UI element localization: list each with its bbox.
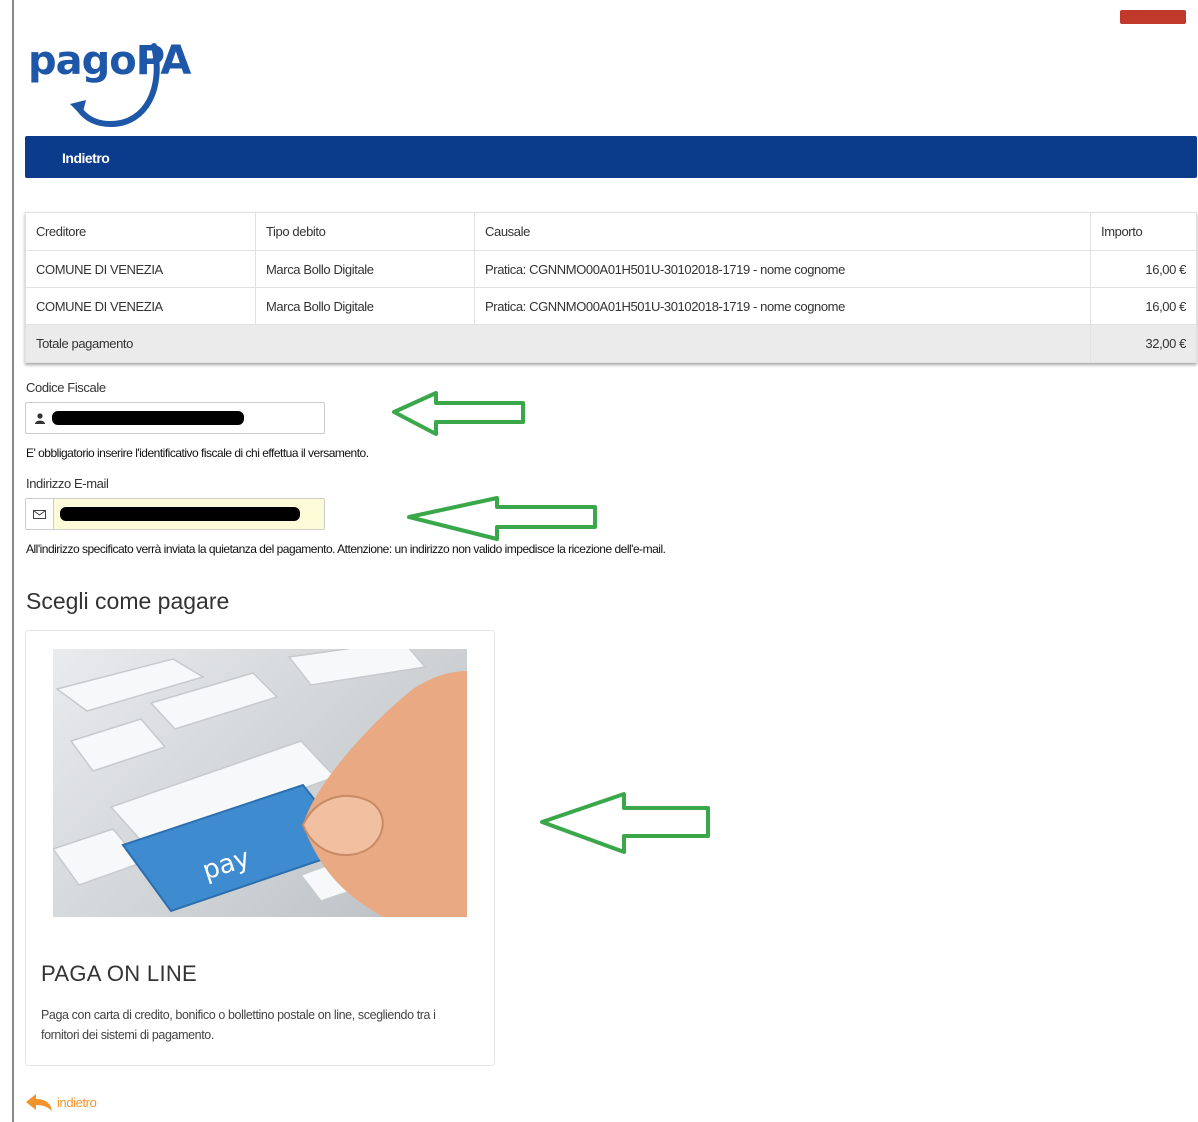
user-icon — [26, 403, 54, 433]
cell-causale: Pratica: CGNNMO00A01H501U-30102018-1719 … — [474, 287, 1091, 325]
envelope-icon — [26, 499, 54, 529]
green-arrow-icon — [540, 792, 710, 854]
codice-fiscale-input[interactable] — [25, 402, 325, 434]
codice-fiscale-label: Codice Fiscale — [26, 380, 106, 395]
redacted-value — [52, 411, 244, 425]
card-title: PAGA ON LINE — [41, 961, 198, 986]
reply-arrow-icon — [26, 1094, 52, 1111]
cell-importo: 16,00 € — [1090, 250, 1197, 288]
email-label: Indirizzo E-mail — [26, 476, 109, 491]
top-navbar: Indietro — [25, 136, 1197, 178]
cell-importo: 16,00 € — [1090, 287, 1197, 325]
table-row: COMUNE DI VENEZIA Marca Bollo Digitale P… — [25, 287, 1197, 325]
cell-tipo-debito: Marca Bollo Digitale — [255, 250, 475, 288]
cell-creditore: COMUNE DI VENEZIA — [25, 287, 256, 325]
codice-fiscale-help: E' obbligatorio inserire l'identificativ… — [26, 446, 369, 460]
total-label: Totale pagamento — [25, 324, 1091, 363]
total-row: Totale pagamento 32,00 € — [25, 324, 1197, 363]
email-input[interactable] — [25, 498, 325, 530]
green-arrow-icon — [392, 391, 525, 436]
cell-creditore: COMUNE DI VENEZIA — [25, 250, 256, 288]
footer-back-link[interactable]: indietro — [25, 1092, 97, 1112]
table-header-row: Creditore Tipo debito Causale Importo — [25, 212, 1197, 251]
green-arrow-icon — [407, 496, 597, 541]
payment-summary-table: Creditore Tipo debito Causale Importo CO… — [25, 212, 1197, 363]
logo-swoosh-icon — [70, 43, 160, 128]
col-header-tipo-debito: Tipo debito — [255, 212, 475, 251]
col-header-importo: Importo — [1090, 212, 1197, 251]
redacted-value — [60, 507, 300, 521]
cell-causale: Pratica: CGNNMO00A01H501U-30102018-1719 … — [474, 250, 1091, 288]
email-help: All'indirizzo specificato verrà inviata … — [26, 542, 666, 556]
section-title: Scegli come pagare — [26, 588, 230, 614]
pagopa-logo: pagoPA — [26, 34, 191, 130]
col-header-creditore: Creditore — [25, 212, 256, 251]
keyboard-pay-image: pay — [53, 649, 467, 917]
card-description: Paga con carta di credito, bonifico o bo… — [41, 1008, 436, 1042]
footer-back-label: indietro — [57, 1094, 97, 1110]
table-row: COMUNE DI VENEZIA Marca Bollo Digitale P… — [25, 250, 1197, 288]
col-header-causale: Causale — [474, 212, 1091, 251]
left-border — [12, 0, 14, 1122]
pay-online-card[interactable]: pay PAGA ON LINE Paga con carta di credi… — [25, 630, 495, 1066]
nav-back-link[interactable]: Indietro — [62, 150, 110, 166]
top-badge[interactable] — [1120, 10, 1186, 24]
total-value: 32,00 € — [1090, 324, 1197, 363]
cell-tipo-debito: Marca Bollo Digitale — [255, 287, 475, 325]
